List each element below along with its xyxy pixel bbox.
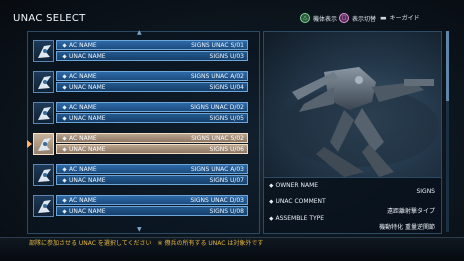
select-button-icon: ▬ [380,13,387,22]
ac-name-value: SIGNS UNAC D/03 [190,197,244,204]
unac-name-line: UNAC NAME SIGNS U/07 [56,175,248,185]
scrollbar[interactable] [446,31,449,232]
assemble-label: ASSEMBLE TYPE [275,215,325,222]
comment-label-row: UNAC COMMENT [269,198,326,205]
selection-cursor-icon [27,140,32,148]
owner-value: SIGNS [416,188,435,195]
ac-name-line: AC NAME SIGNS UNAC D/02 [56,102,248,112]
unac-list-item[interactable]: AC NAME SIGNS UNAC A/03 UNAC NAME SIGNS … [33,164,248,186]
ac-name-line: AC NAME SIGNS UNAC S/02 [56,133,248,143]
bullet-icon [269,199,274,204]
unac-emblem-icon [33,164,54,186]
unac-list-item[interactable]: AC NAME SIGNS UNAC A/02 UNAC NAME SIGNS … [33,71,248,93]
triangle-button-icon: △ [300,13,310,23]
ac-name-line: AC NAME SIGNS UNAC A/02 [56,71,248,81]
guide-label: 表示切替 [352,15,377,23]
owner-label: OWNER NAME [275,182,319,189]
unac-name-label: UNAC NAME [62,176,106,184]
guide-toggle-display: □ 表示切替 [339,13,376,23]
ac-name-label: AC NAME [62,134,97,142]
bullet-icon [269,216,274,221]
assemble-value: 機動特化 重量逆関節 [379,224,435,231]
ac-name-label: AC NAME [62,165,97,173]
guide-view-unit: △ 機体表示 [300,13,337,23]
unac-name-label: UNAC NAME [62,207,106,215]
unit-preview-image [263,31,442,178]
guide-key-guide: ▬ キーガイド [380,13,420,23]
ac-name-label: AC NAME [62,72,97,80]
square-button-icon: □ [339,13,349,23]
ac-name-line: AC NAME SIGNS UNAC S/01 [56,40,248,50]
unac-emblem-icon [33,40,54,62]
bullet-icon [269,183,274,188]
unac-emblem-icon [33,71,54,93]
ac-name-value: SIGNS UNAC D/02 [190,104,244,111]
unac-name-label: UNAC NAME [62,52,106,60]
unac-name-label: UNAC NAME [62,83,106,91]
ac-name-line: AC NAME SIGNS UNAC A/03 [56,164,248,174]
guide-label: 機体表示 [313,15,338,23]
unac-name-line: UNAC NAME SIGNS U/04 [56,82,248,92]
ac-name-value: SIGNS UNAC A/03 [190,166,244,173]
ac-name-value: SIGNS UNAC S/01 [191,42,244,49]
unac-details-panel: OWNER NAME SIGNS UNAC COMMENT 遠距離射撃タイプ A… [263,177,442,234]
guide-label: キーガイド [389,15,420,22]
unac-name-line: UNAC NAME SIGNS U/06 [56,144,248,154]
unac-list-item[interactable]: AC NAME SIGNS UNAC S/01 UNAC NAME SIGNS … [33,40,248,62]
assemble-label-row: ASSEMBLE TYPE [269,215,325,222]
unac-name-line: UNAC NAME SIGNS U/05 [56,113,248,123]
unac-name-line: UNAC NAME SIGNS U/08 [56,206,248,216]
unac-emblem-icon [33,195,54,217]
comment-value: 遠距離射撃タイプ [386,208,435,215]
unac-name-value: SIGNS U/04 [209,84,244,91]
ac-name-value: SIGNS UNAC A/02 [190,73,244,80]
unac-name-line: UNAC NAME SIGNS U/03 [56,51,248,61]
unac-emblem-icon [33,102,54,124]
ac-name-value: SIGNS UNAC S/02 [191,135,244,142]
ac-name-label: AC NAME [62,41,97,49]
owner-label-row: OWNER NAME [269,182,319,189]
unac-name-value: SIGNS U/06 [209,146,244,153]
unac-name-value: SIGNS U/07 [209,177,244,184]
comment-label: UNAC COMMENT [275,198,326,205]
unac-name-label: UNAC NAME [62,114,106,122]
scrollbar-thumb[interactable] [446,31,449,101]
unac-name-value: SIGNS U/03 [209,53,244,60]
unac-list-item[interactable]: AC NAME SIGNS UNAC S/02 UNAC NAME SIGNS … [27,133,248,155]
page-title: UNAC SELECT [13,13,86,24]
ac-name-label: AC NAME [62,103,97,111]
ac-name-line: AC NAME SIGNS UNAC D/03 [56,195,248,205]
footer-message: 部隊に参加させる UNAC を選択してください ※ 僚兵の所有する UNAC は… [29,240,264,247]
scroll-up-icon[interactable]: ▲ [137,29,142,36]
unac-list-item[interactable]: AC NAME SIGNS UNAC D/03 UNAC NAME SIGNS … [33,195,248,217]
ac-name-label: AC NAME [62,196,97,204]
mech-illustration [279,67,439,177]
unac-emblem-icon [33,133,54,155]
unac-name-value: SIGNS U/08 [209,208,244,215]
unac-name-label: UNAC NAME [62,145,106,153]
scroll-down-icon[interactable]: ▼ [137,226,142,233]
unac-list-item[interactable]: AC NAME SIGNS UNAC D/02 UNAC NAME SIGNS … [33,102,248,124]
unac-name-value: SIGNS U/05 [209,115,244,122]
